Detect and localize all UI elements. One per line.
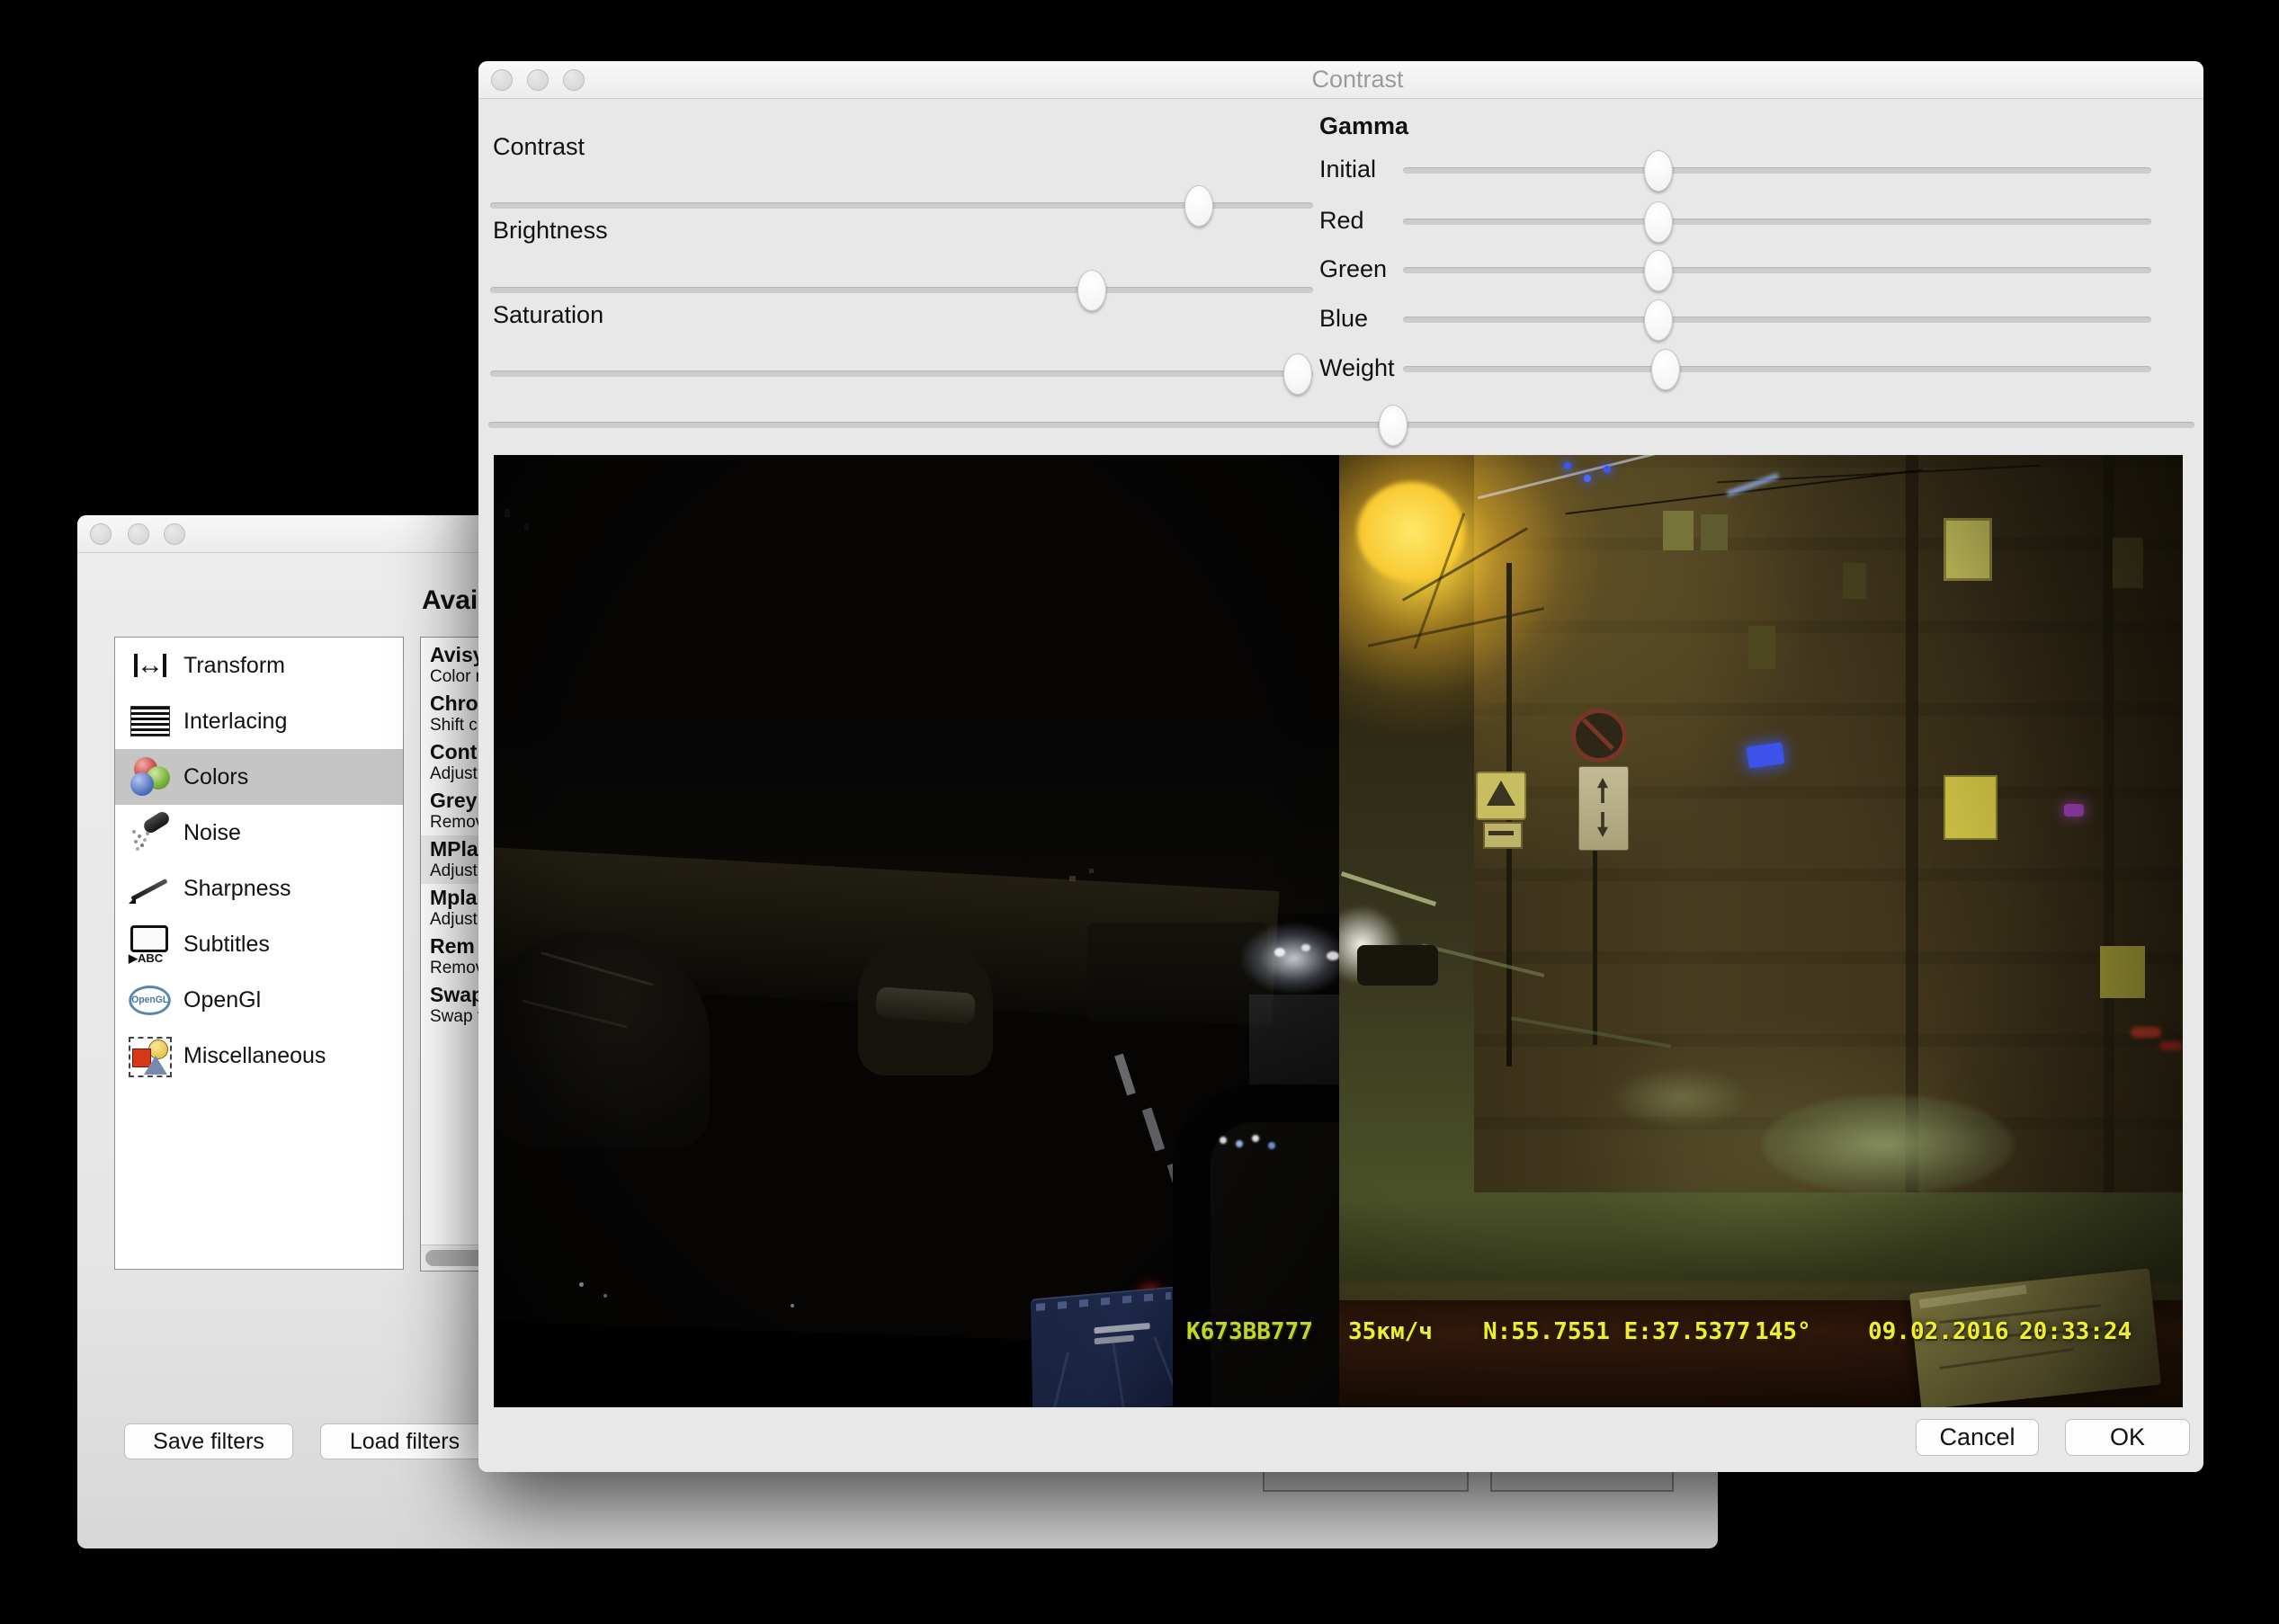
contrast-dialog-titlebar[interactable]: Contrast — [478, 61, 2203, 99]
sidebar-item-sharpness[interactable]: Sharpness — [115, 861, 403, 916]
sidebar-item-subtitles[interactable]: ▶ABC Subtitles — [115, 916, 403, 972]
slider-knob[interactable] — [1644, 299, 1673, 341]
dialog-title: Contrast — [1311, 66, 1403, 94]
purple-light — [2064, 804, 2084, 816]
snow-mound — [1762, 1095, 2014, 1194]
headlight-glow — [1240, 923, 1339, 995]
ok-button[interactable]: OK — [2065, 1419, 2190, 1456]
clapperboard-icon — [1278, 69, 1302, 90]
subtitles-icon: ▶ABC — [129, 924, 172, 965]
slider-knob[interactable] — [1644, 150, 1673, 192]
slider-knob[interactable] — [1644, 201, 1673, 243]
video-preview: К673ВВ777 35км/ч N:55.7551 E:37.5377 145… — [494, 455, 2183, 1407]
slider-knob[interactable] — [1651, 349, 1680, 390]
close-icon[interactable] — [90, 523, 112, 545]
no-stopping-sign — [1571, 709, 1627, 763]
lit-window — [1843, 563, 1866, 599]
cancel-button[interactable]: Cancel — [1916, 1419, 2039, 1456]
preview-filtered-half — [1339, 455, 2183, 1407]
gamma-green-label: Green — [1319, 255, 1387, 283]
sidebar-item-opengl[interactable]: OpenGL OpenGl — [115, 972, 403, 1028]
overlay-plate: К673ВВ777 — [1186, 1318, 1313, 1345]
sharpness-icon — [129, 868, 172, 909]
brightness-label: Brightness — [493, 217, 608, 245]
dashcam-mount-silhouette — [1173, 1084, 1339, 1407]
slider-knob[interactable] — [1283, 353, 1312, 395]
transform-icon: ↔ — [129, 645, 172, 686]
slider-knob[interactable] — [1077, 270, 1106, 311]
slider-knob[interactable] — [1644, 250, 1673, 291]
contrast-dialog: Contrast Contrast Brightness Saturation … — [478, 61, 2203, 1472]
gamma-red-slider[interactable] — [1403, 219, 2151, 225]
sidebar-item-miscellaneous[interactable]: Miscellaneous — [115, 1028, 403, 1084]
lit-window — [1944, 518, 1992, 581]
contrast-label: Contrast — [493, 133, 585, 161]
lit-window — [1944, 775, 1997, 840]
gamma-initial-slider[interactable] — [1403, 167, 2151, 174]
minimize-icon[interactable] — [527, 69, 549, 91]
saturation-label: Saturation — [493, 301, 603, 329]
gamma-weight-label: Weight — [1319, 354, 1395, 382]
lit-window — [1663, 511, 1694, 550]
colors-icon — [129, 756, 172, 798]
available-filters-heading: Avai — [422, 585, 478, 616]
sign-plate — [1483, 822, 1523, 849]
minimize-icon[interactable] — [128, 523, 149, 545]
interlacing-icon — [129, 700, 172, 742]
overlay-gps: N:55.7551 E:37.5377 — [1483, 1318, 1750, 1345]
sidebar-item-interlacing[interactable]: Interlacing — [115, 693, 403, 749]
noise-icon — [129, 812, 172, 853]
preview-original-half — [494, 455, 1339, 1407]
close-icon[interactable] — [491, 69, 513, 91]
screenshot: Avai ↔ Transform Interlacing Colors Nois… — [0, 0, 2279, 1624]
brightness-slider[interactable] — [490, 287, 1313, 293]
overlay-speed: 35км/ч — [1348, 1318, 1433, 1345]
gamma-blue-slider[interactable] — [1403, 317, 2151, 323]
lit-window — [2100, 946, 2145, 998]
opengl-icon: OpenGL — [129, 979, 172, 1021]
zoom-icon[interactable] — [164, 523, 185, 545]
miscellaneous-icon — [129, 1035, 172, 1076]
gamma-heading: Gamma — [1319, 112, 1408, 140]
gamma-weight-slider[interactable] — [1403, 366, 2151, 372]
white-sign — [1578, 766, 1629, 851]
gamma-initial-label: Initial — [1319, 156, 1376, 183]
overlay-bearing: 145° — [1755, 1318, 1811, 1345]
lit-window — [1701, 514, 1728, 550]
contrast-slider[interactable] — [490, 202, 1313, 209]
load-filters-button[interactable]: Load filters — [320, 1423, 489, 1459]
save-filters-button[interactable]: Save filters — [124, 1423, 293, 1459]
lit-window — [2113, 538, 2143, 588]
filter-category-list[interactable]: ↔ Transform Interlacing Colors Noise Sha… — [114, 637, 404, 1270]
gamma-green-slider[interactable] — [1403, 267, 2151, 273]
lit-window — [1748, 626, 1775, 669]
sidebar-item-colors[interactable]: Colors — [115, 749, 403, 805]
gamma-red-label: Red — [1319, 207, 1364, 235]
sidebar-item-noise[interactable]: Noise — [115, 805, 403, 861]
gamma-blue-label: Blue — [1319, 305, 1368, 333]
parked-car — [494, 932, 710, 1147]
crossing-sign — [1476, 772, 1526, 820]
sidebar-item-transform[interactable]: ↔ Transform — [115, 638, 403, 693]
preview-scrub-slider[interactable] — [488, 422, 2194, 428]
overlay-time: 20:33:24 — [2019, 1318, 2132, 1345]
overlay-date: 09.02.2016 — [1868, 1318, 2009, 1345]
saturation-slider[interactable] — [490, 370, 1313, 377]
slider-knob[interactable] — [1184, 185, 1213, 227]
slider-knob[interactable] — [1379, 405, 1408, 446]
zoom-icon[interactable] — [563, 69, 585, 91]
